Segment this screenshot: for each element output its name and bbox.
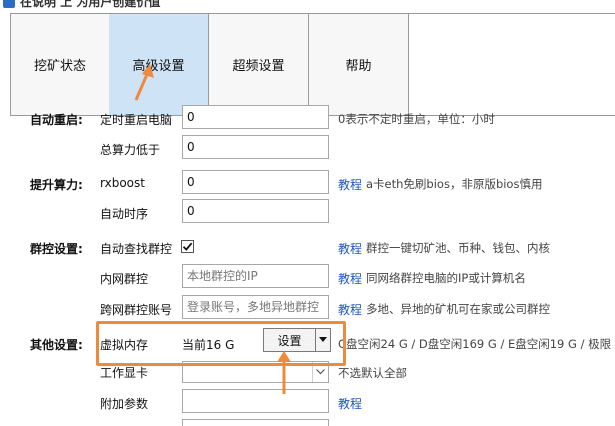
disk-free-hint: C盘空闲24 G / D盘空闲169 G / E盘空闲19 G / 极限 (338, 337, 612, 351)
timed-restart-label: 定时重启电脑 (100, 113, 173, 127)
wan-control-input[interactable] (182, 295, 329, 319)
tab-label: 超频设置 (232, 59, 285, 74)
virtual-memory-split-button: 设置 (263, 328, 331, 352)
working-gpu-select[interactable] (182, 361, 329, 383)
caret-down-icon (319, 337, 327, 342)
tab-label: 高级设置 (132, 59, 185, 74)
window-title-bar: 在说明 上 为用户创建价值 (0, 0, 615, 12)
timed-restart-input[interactable] (182, 105, 329, 129)
tab-label: 挖矿状态 (33, 59, 86, 74)
lan-control-input[interactable] (182, 264, 329, 288)
section-label-other: 其他设置: (30, 338, 83, 352)
tab-label: 帮助 (345, 59, 372, 74)
virtual-memory-current: 当前16 G (182, 338, 235, 352)
tab-advanced-settings[interactable]: 高级设置 (109, 14, 209, 115)
auto-find-tutorial-link[interactable]: 教程 (338, 240, 362, 257)
next-field-input[interactable] (182, 419, 329, 426)
section-label-auto-restart: 自动重启: (30, 113, 83, 127)
wan-control-label: 跨网群控账号 (100, 303, 173, 317)
checkmark-icon (182, 242, 193, 251)
wan-control-hint: 多地、异地的矿机可在家或公司群控 (366, 302, 550, 316)
section-label-group-control: 群控设置: (30, 242, 83, 256)
tab-bar: 挖矿状态 高级设置 超频设置 帮助 (10, 13, 615, 116)
timed-restart-hint: 0表示不定时重启，单位：小时 (338, 112, 495, 126)
extra-params-tutorial-link[interactable]: 教程 (338, 395, 362, 412)
lan-control-tutorial-link[interactable]: 教程 (338, 270, 362, 287)
rxboost-label: rxboost (100, 176, 145, 190)
auto-timing-input[interactable] (182, 199, 329, 223)
hashrate-below-input[interactable] (182, 135, 329, 159)
tab-mining-status[interactable]: 挖矿状态 (10, 14, 110, 115)
virtual-memory-dropdown-button[interactable] (316, 329, 330, 351)
rxboost-tutorial-link[interactable]: 教程 (338, 176, 362, 193)
virtual-memory-label: 虚拟内存 (100, 338, 149, 352)
rxboost-hint: a卡eth免刷bios，非原版bios慎用 (366, 177, 543, 191)
working-gpu-label: 工作显卡 (100, 366, 149, 380)
working-gpu-hint: 不选默认全部 (338, 366, 407, 380)
wan-control-tutorial-link[interactable]: 教程 (338, 301, 362, 318)
auto-find-checkbox[interactable] (181, 240, 194, 253)
window-title: 在说明 上 为用户创建价值 (20, 0, 161, 9)
chevron-down-icon (312, 362, 328, 382)
rxboost-input[interactable] (182, 170, 329, 194)
extra-params-label: 附加参数 (100, 397, 149, 411)
tab-overclock-settings[interactable]: 超频设置 (209, 14, 309, 115)
app-icon (3, 0, 15, 8)
section-label-boost: 提升算力: (30, 178, 83, 192)
lan-control-label: 内网群控 (100, 272, 149, 286)
auto-find-hint: 群控一键切矿池、币种、钱包、内核 (366, 241, 550, 255)
extra-params-input[interactable] (182, 389, 329, 413)
tab-help[interactable]: 帮助 (309, 14, 409, 115)
hashrate-below-label: 总算力低于 (100, 143, 161, 157)
auto-find-label: 自动查找群控 (100, 242, 173, 256)
lan-control-hint: 同网络群控电脑的IP或计算机名 (366, 271, 526, 285)
auto-timing-label: 自动时序 (100, 207, 149, 221)
virtual-memory-set-button[interactable]: 设置 (264, 329, 316, 351)
